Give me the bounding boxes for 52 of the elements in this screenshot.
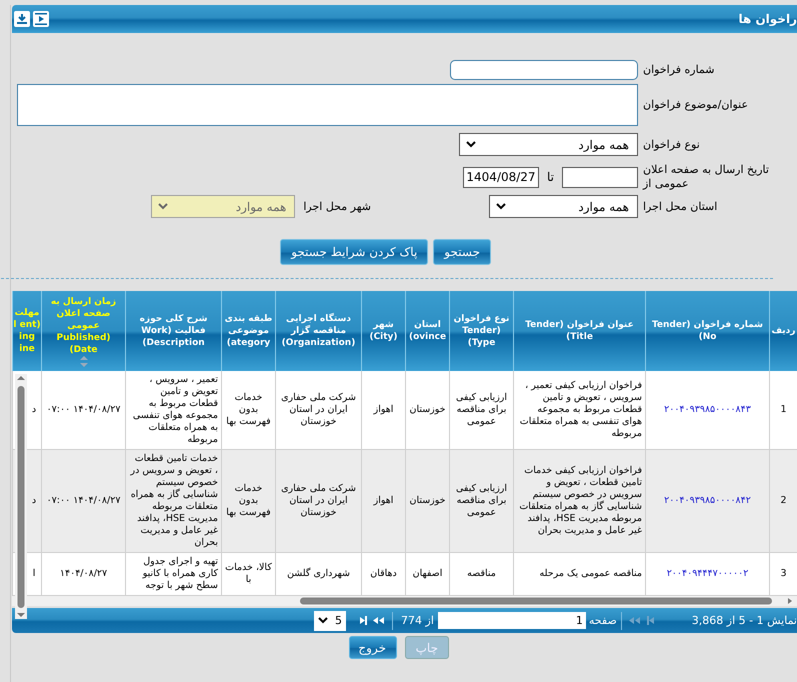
search-button[interactable]: جستجو [433,239,491,265]
column-header: استان ovince) [405,291,449,371]
field-label: عنوان/موضوع فراخوان [643,98,750,112]
column-header[interactable]: زمان ارسال به صفحه اعلان عمومی (Published Date) [41,291,125,371]
column-header: مهلت l ent) ing ine [12,291,41,371]
window-title: راخوان ها [738,12,797,26]
dropdown[interactable]: همه موارد [489,195,638,218]
column-header: طبقه بندی موضوعی ategory) [221,291,275,371]
column-header: ردیف [769,291,797,371]
video-icon[interactable] [33,11,49,27]
table-cell: فراخوان ارزیابی کیفی خدمات تامین قطعات ، تعویض و سرویس در خصوص سیستم شناسایی گاز به همراه متعلقات مربوطه مدیریت HSE، پدافند غیر عامل و مدیریت بحران [513,450,645,553]
column-header: شرح کلی حوزه فعالیت (Work Description) [125,291,221,371]
table-cell: 2 [769,450,797,553]
tender-link[interactable]: ۲۰۰۴۰۹۳۹۸۵۰۰۰۰۸۴۲ [645,450,769,553]
date-field[interactable]: 1404/08/27 [463,166,539,188]
horizontal-scrollbar[interactable] [12,596,797,606]
column-header: دستگاه اجرایی مناقصه گزار (Organization) [275,291,361,371]
field-label: شماره فراخوان [643,63,716,77]
date-field[interactable] [562,166,638,188]
table-cell: اهواز [361,450,405,553]
page-size-dropdown[interactable]: 5 [314,610,346,630]
chevron-down-icon[interactable] [496,203,506,210]
page-total: از 774 [401,614,434,627]
table-cell: خدمات بدون فهرست بها [221,450,275,553]
result-count: نمایش 1 - 5 از 3,868 [692,614,797,628]
input-field[interactable] [450,60,638,80]
column-header: عنوان فراخوان (Tender Title) [513,291,645,371]
table-cell: ارزیابی کیفی برای مناقصه عمومی [449,450,513,553]
column-header: نوع فراخوان (Tender Type) [449,291,513,371]
column-header: شهر (City) [361,291,405,371]
vertical-scrollbar[interactable] [15,374,27,619]
exit-button[interactable]: خروج [349,636,397,659]
chevron-down-icon[interactable] [466,141,476,148]
download-icon[interactable] [14,11,30,27]
field-label: نوع فراخوان [643,138,701,152]
column-header: شماره فراخوان (Tender No) [645,291,769,371]
field-label: شهر محل اجرا [303,200,371,213]
table-cell: شرکت ملی حفاری ایران در استان خوزستان [275,450,361,553]
field-label: استان محل اجرا [643,200,718,214]
page-input[interactable]: 1 [438,612,586,629]
table-cell: ۱۴۰۴/۰۸/۲۷ ۰۷:۰۰ [41,450,125,553]
chevron-down-icon[interactable] [318,617,328,624]
dropdown[interactable]: همه موارد [459,133,638,156]
table-cell: خدمات تامین قطعات ، تعویض و سرویس در خصوص سیستم شناسایی گاز به همراه متعلقات مربوطه مدیریت HSE، پدافند غیر عامل و مدیریت بحران [125,450,221,553]
next-page-icon[interactable] [373,616,386,625]
range-label: تا [547,170,554,184]
table-cell: خوزستان [405,450,449,553]
clear-button[interactable]: پاک کردن شرایط جستجو [280,239,428,265]
text-area[interactable] [17,84,638,126]
dropdown: همه موارد [151,195,296,218]
page-label: صفحه [588,614,617,627]
field-label: تاریخ ارسال به صفحه اعلان عمومی از [643,163,770,191]
